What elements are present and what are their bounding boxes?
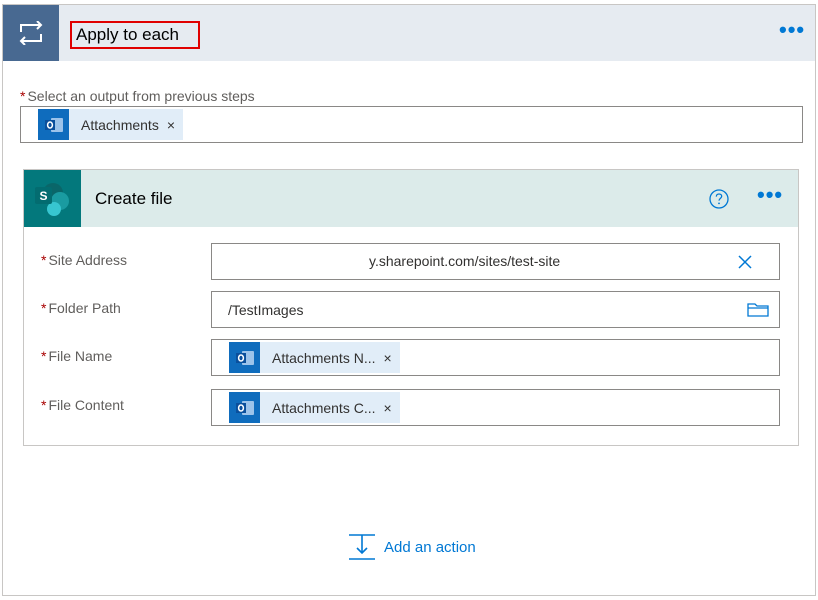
insert-step-icon [349,534,375,560]
folder-path-value: /TestImages [228,302,304,318]
file-content-label-text: File Content [48,397,124,413]
attachments-token-label: Attachments [81,116,159,133]
file-content-label: * File Content [41,397,124,413]
file-name-input[interactable]: Attachments N... × [211,339,780,376]
select-output-input[interactable]: Attachments × [20,106,803,143]
attachments-content-token-label: Attachments C... [272,399,376,416]
required-mark: * [41,397,47,413]
add-an-action-button[interactable]: Add an action [348,533,476,561]
file-content-input[interactable]: Attachments C... × [211,389,780,426]
remove-token-button[interactable]: × [383,350,391,366]
loop-title[interactable]: Apply to each [70,21,200,49]
loop-more-options-button[interactable]: ••• [779,19,805,41]
outlook-icon [229,342,260,373]
site-address-label-text: Site Address [48,252,128,268]
attachments-name-token[interactable]: Attachments N... × [229,342,400,373]
loop-icon [19,21,43,45]
apply-to-each-card: Apply to each ••• * Select an output from… [2,4,816,596]
folder-path-label: * Folder Path [41,300,121,316]
file-name-label-text: File Name [48,348,113,364]
attachments-token[interactable]: Attachments × [38,109,184,140]
attachments-content-token[interactable]: Attachments C... × [229,392,400,423]
site-address-label: * Site Address [41,252,127,268]
clear-icon[interactable] [738,255,752,269]
select-output-label-text: Select an output from previous steps [27,88,255,104]
required-mark: * [41,300,47,316]
help-icon[interactable] [709,189,729,209]
create-file-card: S Create file ••• * Site Address y.sharep… [23,169,799,446]
action-more-options-button[interactable]: ••• [757,184,783,206]
folder-path-label-text: Folder Path [48,300,121,316]
svg-text:S: S [39,189,47,203]
required-mark: * [41,348,47,364]
sharepoint-icon: S [24,170,81,227]
remove-token-button[interactable]: × [167,117,175,133]
loop-header[interactable]: Apply to each ••• [3,5,815,61]
create-file-title: Create file [95,189,173,208]
required-mark: * [41,252,47,268]
site-address-input[interactable]: y.sharepoint.com/sites/test-site [211,243,780,280]
attachments-name-token-label: Attachments N... [272,349,376,366]
select-output-label: * Select an output from previous steps [20,88,255,104]
loop-icon-box [3,5,59,61]
required-mark: * [20,88,26,104]
outlook-icon [229,392,260,423]
create-file-header[interactable]: S Create file ••• [24,170,798,227]
remove-token-button[interactable]: × [383,400,391,416]
site-address-value: y.sharepoint.com/sites/test-site [369,253,561,269]
outlook-icon [38,109,69,140]
folder-path-input[interactable]: /TestImages [211,291,780,328]
add-an-action-label: Add an action [384,538,476,556]
folder-icon[interactable] [747,301,769,317]
file-name-label: * File Name [41,348,112,364]
